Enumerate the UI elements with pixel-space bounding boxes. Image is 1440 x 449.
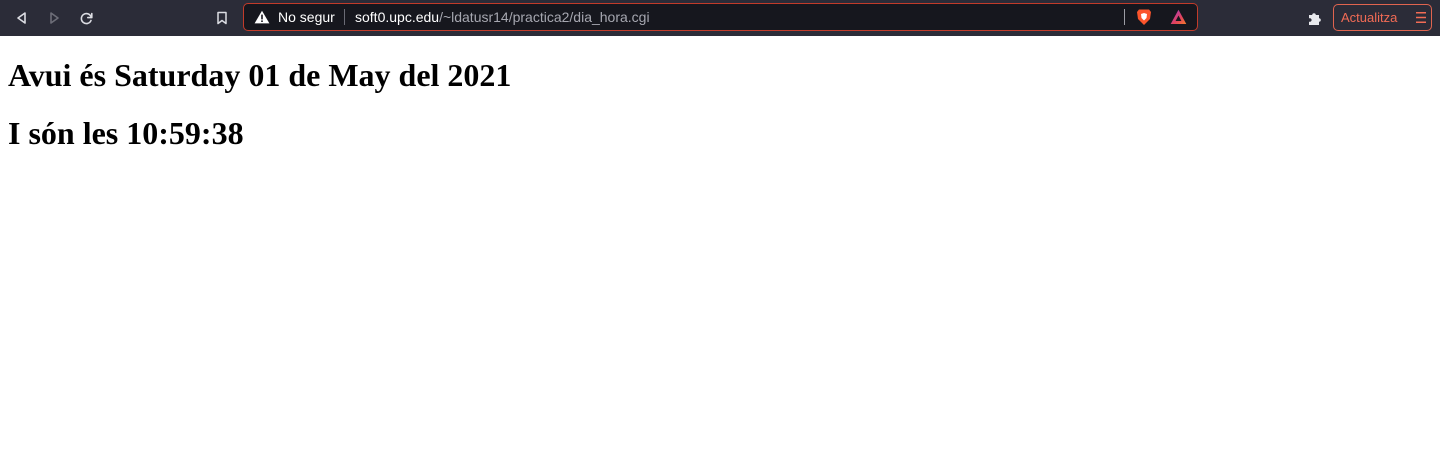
back-arrow-icon [17,12,26,24]
address-bar[interactable]: No segur soft0.upc.edu/~ldatusr14/practi… [243,3,1198,31]
reload-button[interactable] [73,5,99,31]
reload-icon [80,12,93,24]
bookmark-button[interactable] [209,5,235,31]
update-button-label: Actualitza [1341,10,1398,25]
browser-toolbar: No segur soft0.upc.edu/~ldatusr14/practi… [0,0,1440,36]
hamburger-menu-icon [1416,12,1426,23]
forward-button[interactable] [41,5,67,31]
urlbar-divider [1124,9,1125,25]
security-status-label[interactable]: No segur [278,9,335,25]
time-heading: I són les 10:59:38 [8,115,244,151]
url-path: /~ldatusr14/practica2/dia_hora.cgi [439,9,650,25]
bookmark-icon [217,11,227,25]
page-content: Avui és Saturday 01 de May del 2021 I só… [0,36,1440,449]
url-host: soft0.upc.edu [355,9,440,25]
url-text[interactable]: soft0.upc.edu/~ldatusr14/practica2/dia_h… [355,9,650,25]
brave-shield-icon[interactable] [1136,8,1152,26]
extensions-button[interactable] [1302,5,1328,31]
date-heading: Avui és Saturday 01 de May del 2021 [8,57,512,93]
security-divider [344,9,345,25]
forward-arrow-icon [50,12,59,24]
brave-rewards-icon[interactable] [1170,9,1187,25]
update-button[interactable]: Actualitza [1333,4,1432,31]
back-button[interactable] [9,5,35,31]
warning-triangle-icon[interactable] [254,10,270,24]
puzzle-icon [1309,13,1321,25]
